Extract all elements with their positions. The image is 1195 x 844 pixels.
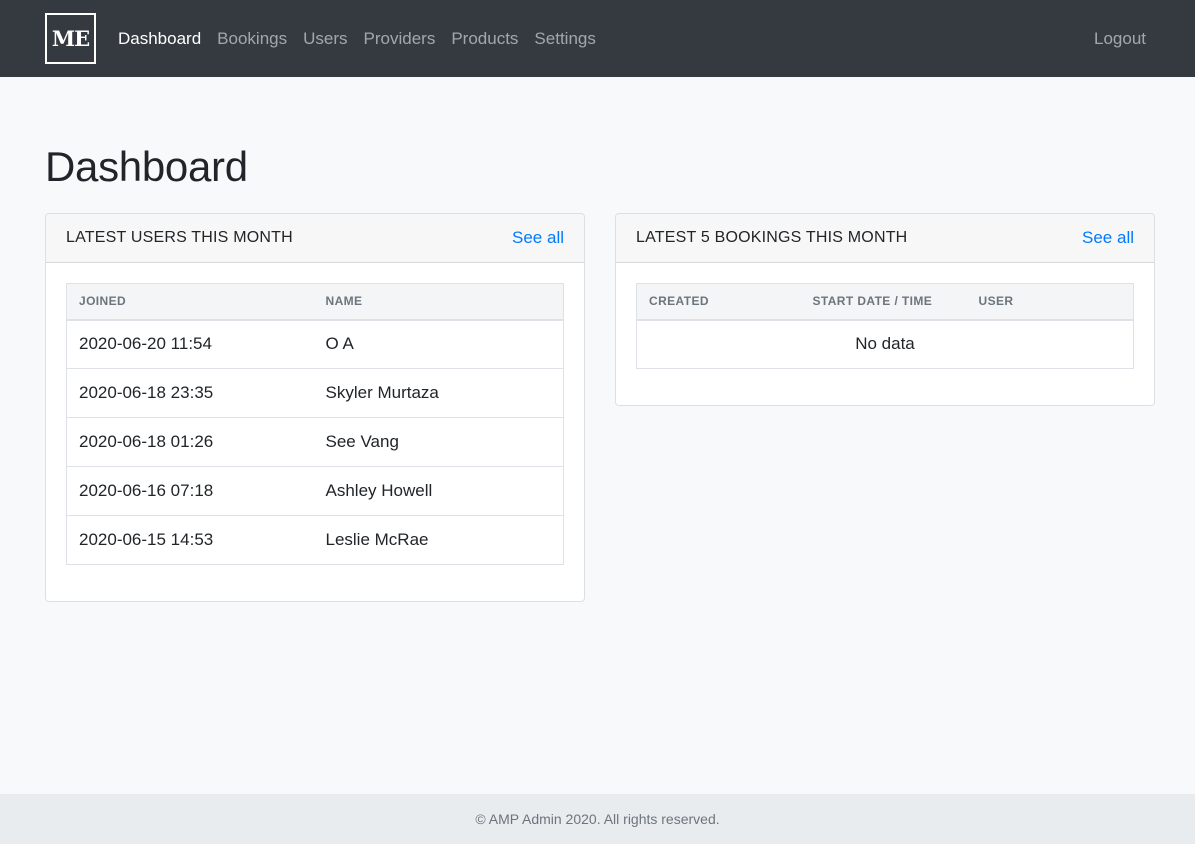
nav-link-settings[interactable]: Settings [534, 29, 595, 49]
main-content: Dashboard LATEST USERS THIS MONTH See al… [0, 143, 1195, 602]
card-title: LATEST USERS THIS MONTH [66, 229, 293, 246]
empty-row: No data [636, 319, 1134, 369]
nav-link-providers[interactable]: Providers [364, 29, 436, 49]
name-cell: Skyler Murtaza [313, 368, 564, 418]
table-row: 2020-06-16 07:18 Ashley Howell [66, 466, 564, 516]
nav-link-products[interactable]: Products [451, 29, 518, 49]
table-row: 2020-06-15 14:53 Leslie McRae [66, 515, 564, 565]
name-cell: See Vang [313, 417, 564, 467]
nav-link-users[interactable]: Users [303, 29, 347, 49]
column-header-start-date-time: START DATE / TIME [800, 283, 967, 321]
name-cell: Leslie McRae [313, 515, 564, 565]
column-header-name: NAME [313, 283, 564, 321]
column-header-user: USER [966, 283, 1134, 321]
latest-users-table: JOINED NAME 2020-06-20 11:54 O A 2020-06… [66, 283, 564, 565]
nav-link-bookings[interactable]: Bookings [217, 29, 287, 49]
copyright-text: © AMP Admin 2020. All rights reserved. [475, 811, 720, 827]
joined-cell: 2020-06-15 14:53 [66, 515, 314, 565]
see-all-bookings-link[interactable]: See all [1082, 228, 1134, 248]
column-header-joined: JOINED [66, 283, 314, 321]
page-title: Dashboard [45, 143, 248, 190]
card-title: LATEST 5 BOOKINGS THIS MONTH [636, 229, 908, 246]
see-all-users-link[interactable]: See all [512, 228, 564, 248]
top-navbar: ME Dashboard Bookings Users Providers Pr… [0, 0, 1195, 77]
card-body: JOINED NAME 2020-06-20 11:54 O A 2020-06… [46, 263, 584, 601]
latest-bookings-table: CREATED START DATE / TIME USER No data [636, 283, 1134, 369]
table-row: 2020-06-18 23:35 Skyler Murtaza [66, 368, 564, 418]
logout-link[interactable]: Logout [1094, 29, 1146, 48]
column-header-created: CREATED [636, 283, 801, 321]
name-cell: Ashley Howell [313, 466, 564, 516]
table-header-row: CREATED START DATE / TIME USER [636, 283, 1134, 321]
latest-bookings-card: LATEST 5 BOOKINGS THIS MONTH See all CRE… [615, 213, 1155, 406]
card-header: LATEST USERS THIS MONTH See all [46, 214, 584, 263]
joined-cell: 2020-06-18 23:35 [66, 368, 314, 418]
name-cell: O A [313, 319, 564, 369]
nav-right: Logout [1094, 29, 1146, 49]
dashboard-cards: LATEST USERS THIS MONTH See all JOINED N… [45, 213, 1155, 602]
page-footer: © AMP Admin 2020. All rights reserved. [0, 794, 1195, 844]
table-row: 2020-06-20 11:54 O A [66, 319, 564, 369]
joined-cell: 2020-06-20 11:54 [66, 319, 314, 369]
brand-logo[interactable]: ME [45, 13, 96, 64]
joined-cell: 2020-06-18 01:26 [66, 417, 314, 467]
nav-link-dashboard[interactable]: Dashboard [118, 29, 201, 49]
table-row: 2020-06-18 01:26 See Vang [66, 417, 564, 467]
no-data-message: No data [636, 319, 1134, 369]
joined-cell: 2020-06-16 07:18 [66, 466, 314, 516]
table-header-row: JOINED NAME [66, 283, 564, 321]
card-header: LATEST 5 BOOKINGS THIS MONTH See all [616, 214, 1154, 263]
card-body: CREATED START DATE / TIME USER No data [616, 263, 1154, 405]
latest-users-card: LATEST USERS THIS MONTH See all JOINED N… [45, 213, 585, 602]
nav-links: Dashboard Bookings Users Providers Produ… [118, 29, 612, 49]
